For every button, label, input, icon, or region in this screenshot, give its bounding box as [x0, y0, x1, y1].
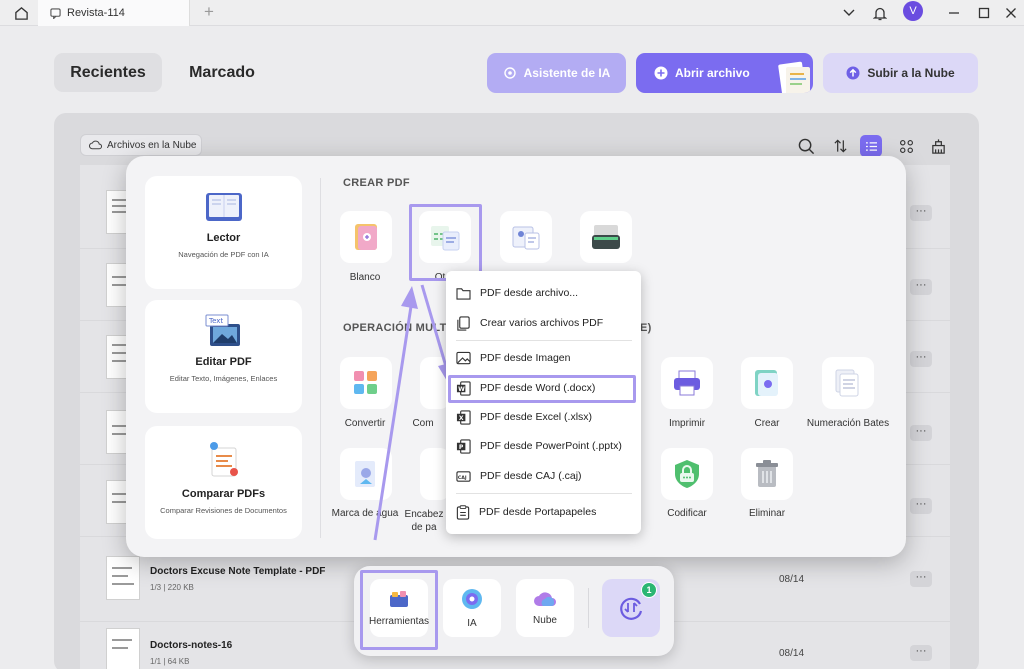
dock-cloud-label: Nube [533, 614, 557, 626]
menu-item-label: Crear varios archivos PDF [480, 317, 604, 329]
menu-item-from-image[interactable]: PDF desde Imagen [456, 347, 636, 369]
dock-ai-label: IA [467, 617, 477, 629]
dock-divider [588, 588, 589, 628]
clipboard-icon [456, 504, 470, 520]
menu-item-from-caj[interactable]: CAJ PDF desde CAJ (.caj) [456, 465, 636, 487]
excel-icon: X [456, 409, 471, 425]
svg-text:X: X [459, 414, 464, 421]
menu-item-label: PDF desde Excel (.xlsx) [480, 411, 593, 423]
folder-icon [456, 287, 471, 300]
svg-text:CAJ: CAJ [458, 474, 467, 480]
highlight-box [360, 570, 438, 650]
menu-item-from-clipboard[interactable]: PDF desde Portapapeles [456, 501, 636, 523]
dock-ai-button[interactable]: IA [443, 579, 501, 637]
cloud-icon [534, 591, 556, 606]
menu-item-from-file[interactable]: PDF desde archivo... [456, 282, 636, 304]
copy-icon [457, 315, 470, 331]
ai-orb-icon [462, 588, 482, 609]
menu-separator [456, 493, 632, 494]
dock-cloud-button[interactable]: Nube [516, 579, 574, 637]
menu-item-from-powerpoint[interactable]: P PDF desde PowerPoint (.pptx) [456, 435, 636, 457]
menu-item-label: PDF desde CAJ (.caj) [480, 470, 582, 482]
powerpoint-icon: P [456, 438, 471, 454]
highlight-box [448, 375, 636, 403]
menu-item-label: PDF desde PowerPoint (.pptx) [480, 440, 622, 452]
menu-item-label: PDF desde Imagen [480, 352, 571, 364]
menu-item-label: PDF desde Portapapeles [479, 506, 597, 518]
menu-separator [456, 340, 632, 341]
image-icon [456, 351, 471, 365]
notification-badge: 1 [641, 582, 657, 598]
menu-item-from-excel[interactable]: X PDF desde Excel (.xlsx) [456, 406, 636, 428]
sync-icon [620, 597, 643, 620]
menu-item-multiple-files[interactable]: Crear varios archivos PDF [456, 312, 636, 334]
svg-text:P: P [459, 443, 464, 450]
caj-icon: CAJ [456, 470, 471, 482]
menu-item-label: PDF desde archivo... [480, 287, 579, 299]
